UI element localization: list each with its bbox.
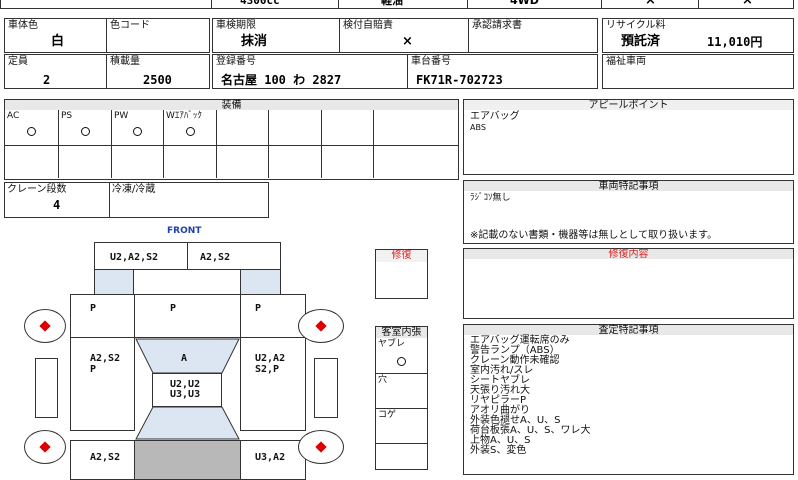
insurance-label: 検付自賠責 (343, 20, 393, 31)
recycle-status: 預託済 (621, 34, 661, 49)
recycle-cell: リサイクル料 預託済 11,010円 (602, 18, 794, 53)
registration-value: 名古屋 100 わ 2827 (221, 73, 342, 87)
equip-label-ac: AC (7, 111, 20, 121)
diagram-text-p-right-upper: P (255, 303, 262, 314)
top-row-cell-fuel: 軽油 (338, 0, 468, 9)
repair-mini-body (375, 262, 428, 299)
equip-ac-mark (27, 127, 36, 136)
equip-pw-mark (133, 127, 142, 136)
inspection-value: 抹消 (241, 34, 268, 49)
top-row-cell-x1: × (601, 0, 699, 9)
diagram-part-p-center-upper[interactable] (134, 294, 241, 338)
diagram-part-left-side[interactable] (35, 358, 58, 418)
inspection-label: 車検期限 (216, 20, 256, 31)
crane-value: 4 (53, 198, 61, 212)
appeal-line-2: ABS (470, 123, 486, 132)
diagram-part-p-left-upper[interactable] (70, 294, 135, 338)
front-label: FRONT (167, 226, 202, 236)
diagram-text-left-mid: A2,S2 P (90, 353, 121, 375)
diagram-text-p-left-upper: P (90, 303, 97, 314)
insurance-cell: 検付自賠責 × (339, 18, 469, 53)
repair-mini-header: 修復 (375, 249, 428, 263)
assessment-line-12: 外装S、変色 (470, 445, 527, 456)
insurance-value: × (402, 34, 413, 49)
capacity-cell: 定員 2 (4, 54, 107, 89)
diagram-text-center-box: U2,U2 U3,U3 (170, 379, 201, 400)
equip-label-ps: PS (61, 111, 73, 121)
top-x2-value: × (742, 0, 753, 8)
diagram-part-right-side[interactable] (314, 358, 338, 418)
top-row-cell-drive: 4WD (467, 0, 602, 9)
appeal-body: エアバッグ ABS (463, 110, 794, 175)
cabin-item-hole: 穴 (378, 375, 388, 385)
cabin-item-tear: ヤブレ (378, 339, 406, 349)
top-x1-value: × (645, 0, 656, 8)
diagram-text-right-mid: U2,A2 S2,P (255, 353, 286, 375)
repair-mini-label: 修復 (391, 250, 412, 261)
capacity-value: 2 (43, 73, 51, 87)
diagram-part-bottom-center[interactable] (134, 440, 241, 480)
color-code-cell: 色コード (106, 18, 210, 53)
recycle-amount: 11,010円 (707, 35, 763, 49)
top-row-cell-x2: × (698, 0, 794, 9)
diagram-text-top-left: U2,A2,S2 (110, 252, 159, 263)
cabin-tear-mark (397, 357, 406, 366)
cabin-body: ヤブレ 穴 コゲ (375, 338, 428, 470)
equip-airbag-mark (186, 127, 195, 136)
crane-label: クレーン段数 (7, 184, 67, 195)
diagram-part-right-mid[interactable] (240, 337, 306, 431)
approval-cell: 承認請求書 (468, 18, 598, 53)
capacity-label: 定員 (8, 56, 28, 67)
chassis-label: 車台番号 (411, 56, 451, 67)
body-color-cell: 車体色 白 (4, 18, 107, 53)
color-code-label: 色コード (110, 20, 150, 31)
equip-label-airbag: Wｴｱﾊﾞｯｸ (166, 111, 202, 121)
chassis-value: FK71R-702723 (416, 73, 503, 87)
diagram-part-right-window[interactable] (240, 269, 281, 295)
registration-label: 登録番号 (216, 56, 256, 67)
welfare-cell: 福祉車両 (602, 54, 794, 89)
diagram-text-center-mid: A (181, 353, 188, 364)
diagram-text-p-center-upper: P (170, 303, 177, 314)
load-cell: 積載量 2500 (106, 54, 210, 89)
cabin-item-burn: コゲ (378, 410, 397, 420)
registration-cell: 登録番号 名古屋 100 わ 2827 (212, 54, 408, 89)
diagram-text-top-right: A2,S2 (200, 252, 231, 263)
equip-ps-mark (81, 127, 90, 136)
recycle-label: リサイクル料 (606, 20, 666, 31)
approval-label: 承認請求書 (472, 20, 522, 31)
equipment-grid: AC PS PW Wｴｱﾊﾞｯｸ (4, 110, 459, 180)
body-color-label: 車体色 (8, 20, 38, 31)
equip-label-pw: PW (114, 111, 129, 121)
fuel-value: 軽油 (381, 0, 403, 7)
special-line-2: ※記載のない書類・機器等は無しとして取り扱います。 (470, 230, 718, 241)
displacement-value: 4300cc (240, 0, 280, 7)
body-color-value: 白 (51, 34, 65, 49)
top-row-cell-displacement: 4300cc (211, 0, 339, 9)
inspection-cell: 車検期限 抹消 (212, 18, 340, 53)
special-line-1: ﾗｼﾞｺｿ無し (470, 193, 511, 203)
fridge-cell: 冷凍/冷蔵 (109, 182, 269, 218)
welfare-label: 福祉車両 (606, 56, 646, 67)
special-body: ﾗｼﾞｺｿ無し ※記載のない書類・機器等は無しとして取り扱います。 (463, 191, 794, 244)
repair-body (463, 259, 794, 319)
diagram-part-left-window[interactable] (94, 269, 134, 295)
cabin-title: 客室内張 (381, 327, 422, 338)
appeal-line-1: エアバッグ (470, 111, 520, 122)
diagram-part-left-mid[interactable] (70, 337, 135, 431)
fridge-label: 冷凍/冷蔵 (112, 184, 156, 195)
load-value: 2500 (143, 73, 172, 87)
assessment-body: エアバッグ運転席のみ 警告ランプ（ABS） クレーン動作未確認 室内汚れ/スレ … (463, 335, 794, 475)
chassis-cell: 車台番号 FK71R-702723 (407, 54, 598, 89)
load-label: 積載量 (110, 56, 140, 67)
diagram-text-bottom-right: U3,A2 (255, 452, 286, 463)
diagram-part-p-right-upper[interactable] (240, 294, 306, 338)
drive-value: 4WD (510, 0, 539, 7)
crane-cell: クレーン段数 4 (4, 182, 110, 218)
top-row-cell-1 (0, 0, 212, 9)
diagram-text-bottom-left: A2,S2 (90, 452, 121, 463)
